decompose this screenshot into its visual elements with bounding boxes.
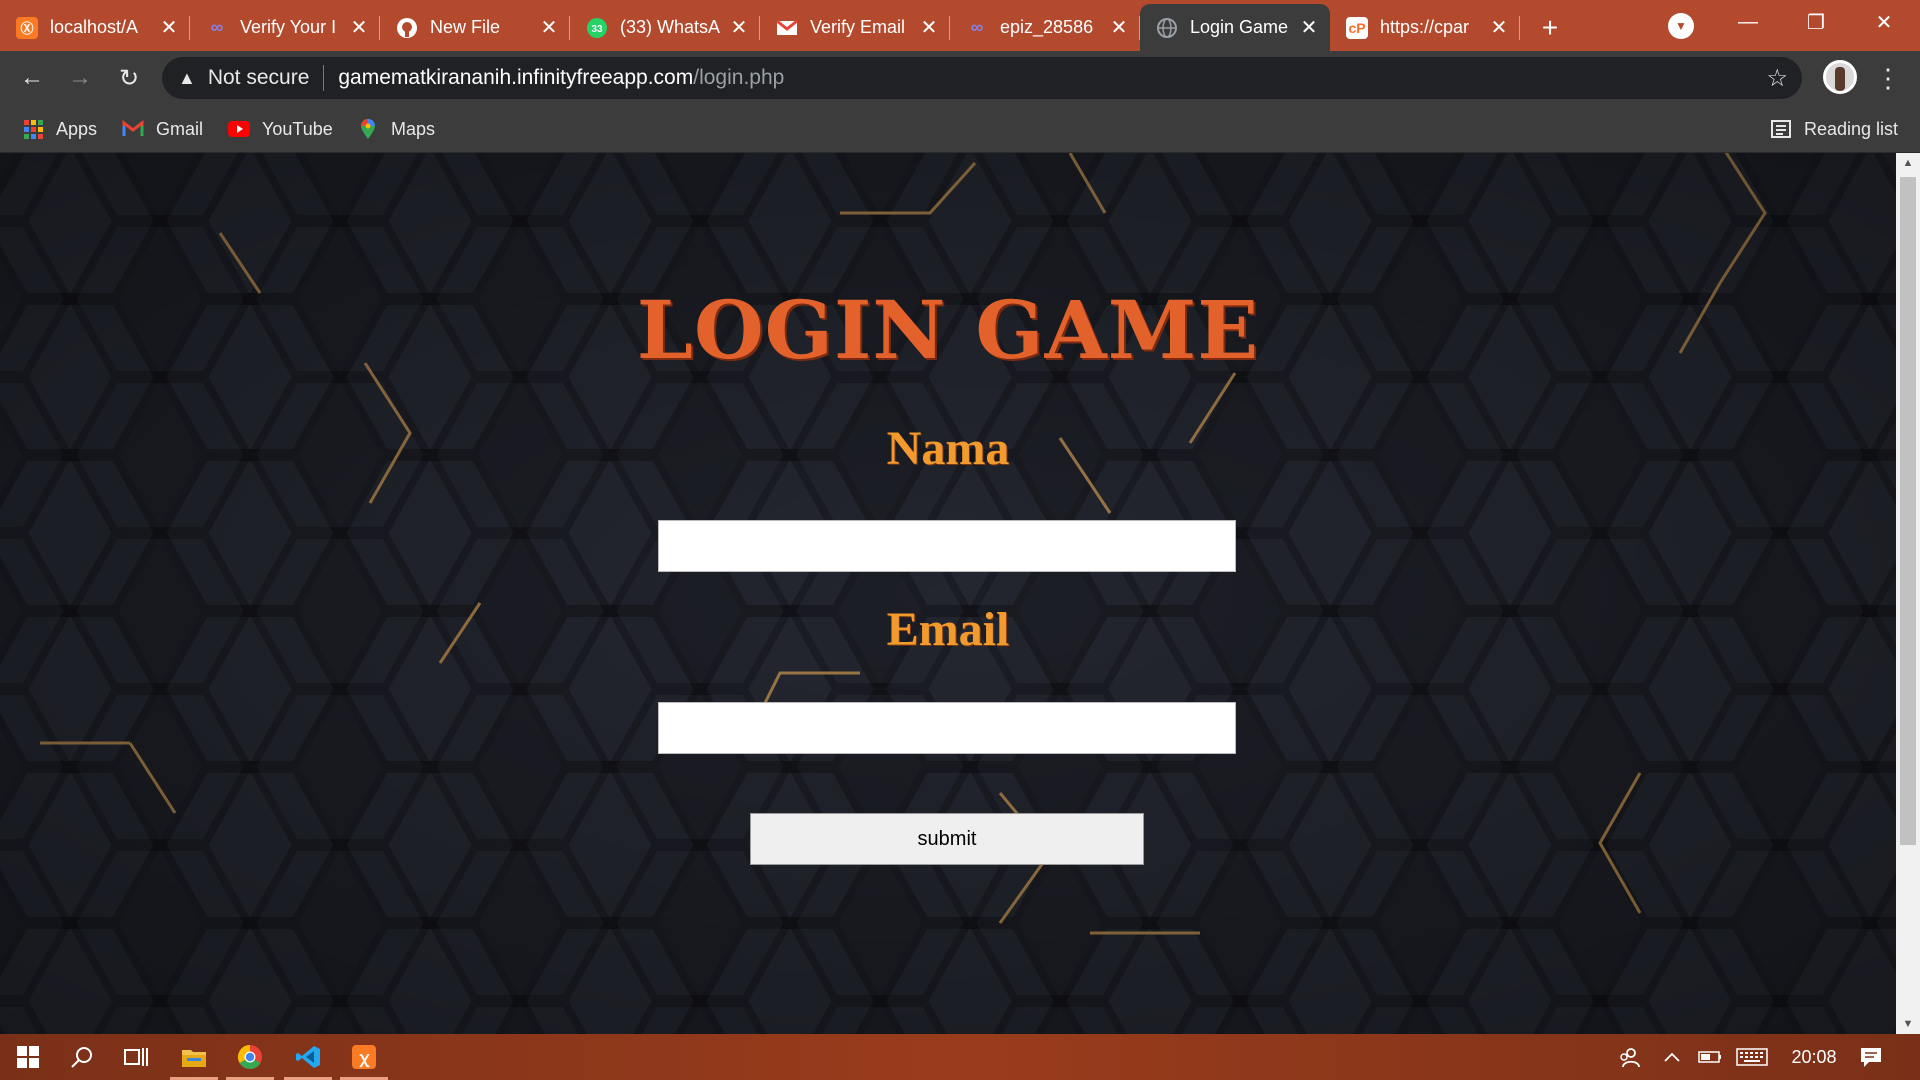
tab-title: Login Game (1190, 17, 1289, 37)
globe-icon (1156, 17, 1178, 39)
url-path: /login.php (693, 66, 785, 89)
scroll-up-arrow-icon[interactable]: ▲ (1896, 153, 1920, 173)
address-bar[interactable]: ▲ Not secure gamematkirananih.infinityfr… (162, 57, 1802, 99)
browser-toolbar: ← → ↻ ▲ Not secure gamematkirananih.infi… (0, 51, 1920, 105)
bookmarks-bar: Apps Gmail YouTube Maps Reading list (0, 105, 1920, 153)
chevron-up-icon[interactable] (1660, 1034, 1684, 1080)
tab-title: localhost/A (50, 17, 139, 37)
tab-strip: Ⓧ localhost/A ✕ ∞ Verify Your I ✕ New Fi… (0, 0, 1920, 51)
close-icon[interactable]: ✕ (540, 15, 558, 40)
people-icon[interactable] (1614, 1034, 1644, 1080)
menu-icon[interactable]: ⋮ (1875, 63, 1901, 94)
clock[interactable]: 20:08 (1784, 1034, 1844, 1080)
scroll-thumb[interactable] (1900, 177, 1916, 845)
file-explorer-icon[interactable] (166, 1034, 222, 1080)
reload-button[interactable]: ↻ (114, 63, 144, 93)
reading-list-button[interactable]: Reading list (1770, 115, 1898, 143)
tab-title: Verify Your I (240, 17, 337, 37)
tab-title: epiz_28586 (1000, 17, 1094, 37)
bookmark-apps[interactable]: Apps (22, 115, 97, 143)
close-icon[interactable]: ✕ (160, 15, 178, 40)
tab-separator (1519, 16, 1520, 40)
email-label: Email (886, 603, 1010, 656)
reading-list-icon (1770, 118, 1792, 140)
github-icon (396, 17, 418, 39)
tab-login-game[interactable]: Login Game ✕ (1140, 4, 1330, 51)
xampp-icon[interactable]: ꭓ (336, 1034, 392, 1080)
page-viewport: LOGIN GAME Nama Email submit (0, 153, 1896, 1034)
submit-button[interactable]: submit (750, 813, 1144, 865)
address-divider (323, 65, 325, 91)
notification-icon[interactable] (1856, 1034, 1886, 1080)
youtube-icon (228, 118, 250, 140)
tab-search-button[interactable]: ▼ (1668, 13, 1694, 39)
tab-localhost[interactable]: Ⓧ localhost/A ✕ (0, 4, 190, 51)
bookmark-label: Apps (56, 118, 98, 139)
windows-start-icon[interactable] (0, 1034, 56, 1080)
tab-cpanel[interactable]: cP https://cpar ✕ (1330, 4, 1520, 51)
battery-icon[interactable] (1696, 1034, 1724, 1080)
close-window-button[interactable]: ✕ (1856, 0, 1912, 44)
reading-list-label: Reading list (1804, 118, 1899, 139)
url-host: gamematkirananih.infinityfreeapp.com (338, 66, 694, 89)
tab-new-file[interactable]: New File ✕ (380, 4, 570, 51)
tab-title: https://cpar (1380, 17, 1470, 37)
gmail-icon (122, 118, 144, 140)
tab-title: New File (430, 17, 501, 37)
xampp-icon: Ⓧ (16, 16, 38, 39)
vscode-icon[interactable] (280, 1034, 336, 1080)
bookmark-maps[interactable]: Maps (357, 115, 435, 143)
restore-button[interactable]: ❐ (1788, 0, 1844, 44)
close-icon[interactable]: ✕ (350, 15, 368, 40)
tab-epiz[interactable]: ∞ epiz_28586 ✕ (950, 4, 1140, 51)
infinity-icon: ∞ (210, 17, 224, 37)
keyboard-icon[interactable] (1734, 1034, 1770, 1080)
bookmark-label: Maps (391, 118, 436, 139)
gmail-icon (776, 17, 798, 39)
page-title: LOGIN GAME (636, 283, 1260, 377)
whatsapp-icon: 33 (586, 17, 608, 39)
back-button[interactable]: ← (17, 63, 47, 93)
new-tab-button[interactable]: + (1528, 4, 1572, 51)
maps-icon (357, 118, 379, 140)
close-icon[interactable]: ✕ (920, 15, 938, 40)
close-icon[interactable]: ✕ (1110, 15, 1128, 40)
tab-title: Verify Email (810, 17, 906, 37)
cpanel-icon: cP (1346, 16, 1368, 39)
close-icon[interactable]: ✕ (1490, 15, 1508, 40)
task-view-icon[interactable] (108, 1034, 164, 1080)
security-label[interactable]: Not secure (208, 66, 310, 90)
nama-label: Nama (886, 422, 1010, 475)
tab-title: (33) WhatsA (620, 17, 721, 37)
profile-avatar[interactable] (1823, 60, 1857, 94)
tab-verify-email[interactable]: Verify Email ✕ (760, 4, 950, 51)
bookmark-youtube[interactable]: YouTube (228, 115, 333, 143)
bookmark-gmail[interactable]: Gmail (122, 115, 203, 143)
forward-button[interactable]: → (65, 63, 95, 93)
svg-text:ꭓ: ꭓ (359, 1050, 370, 1068)
tab-verify-your[interactable]: ∞ Verify Your I ✕ (190, 4, 380, 51)
bookmark-label: Gmail (156, 118, 204, 139)
infinity-icon: ∞ (970, 17, 984, 37)
apps-grid-icon (22, 118, 44, 140)
search-icon[interactable] (54, 1034, 110, 1080)
svg-text:33: 33 (591, 24, 603, 35)
bookmark-star-icon[interactable]: ☆ (1766, 64, 1788, 93)
windows-taskbar: ꭓ 20:08 (0, 1034, 1920, 1080)
bookmark-label: YouTube (262, 118, 333, 139)
nama-input[interactable] (658, 520, 1236, 572)
scroll-down-arrow-icon[interactable]: ▼ (1896, 1014, 1920, 1034)
minimize-button[interactable]: — (1720, 0, 1776, 44)
tab-whatsapp[interactable]: 33 (33) WhatsA ✕ (570, 4, 760, 51)
close-icon[interactable]: ✕ (1300, 15, 1318, 40)
login-form: LOGIN GAME Nama Email submit (0, 153, 1896, 1034)
chrome-icon[interactable] (222, 1034, 278, 1080)
email-input[interactable] (658, 702, 1236, 754)
close-icon[interactable]: ✕ (730, 15, 748, 40)
page-scrollbar[interactable]: ▲ ▼ (1896, 153, 1920, 1034)
warning-icon: ▲ (178, 67, 196, 88)
